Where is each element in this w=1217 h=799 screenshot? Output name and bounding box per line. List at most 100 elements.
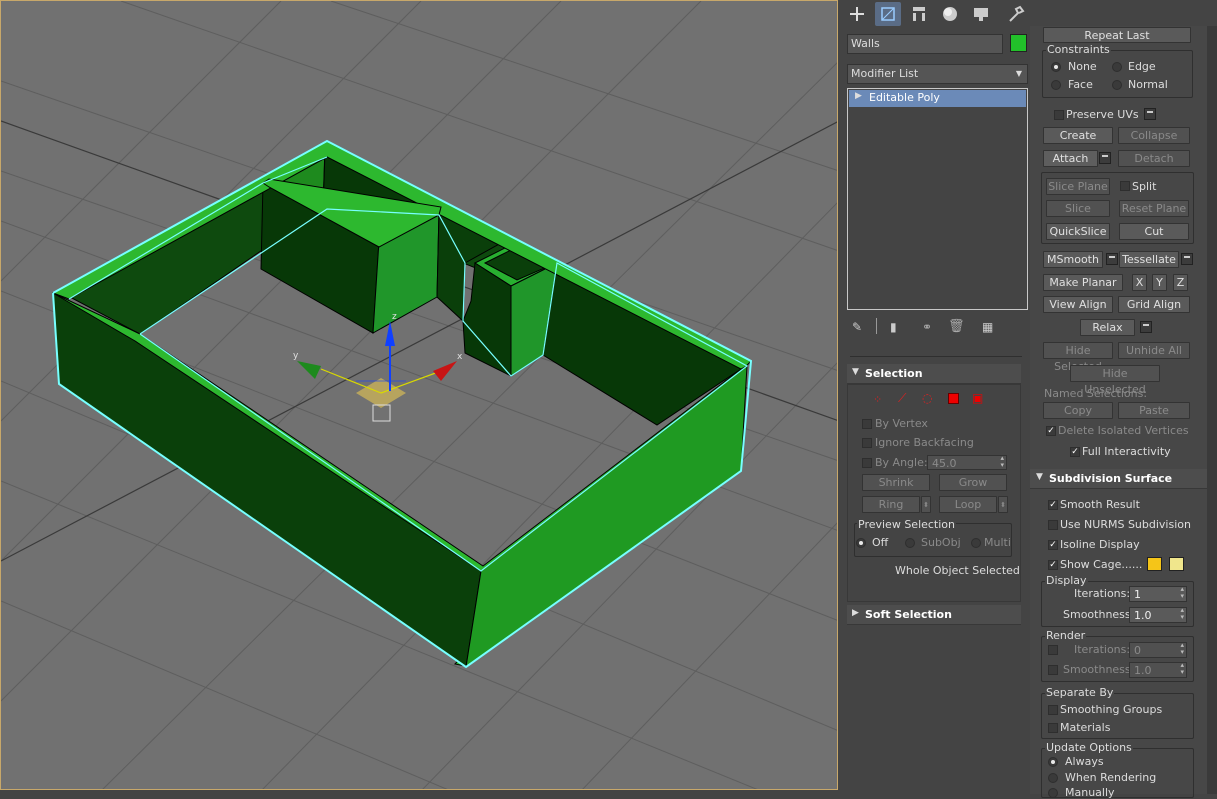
make-unique-icon[interactable]: ⚭ xyxy=(922,320,932,334)
copy-button[interactable]: Copy xyxy=(1043,402,1113,419)
polygon-mode-icon[interactable] xyxy=(948,393,959,404)
display-smoothness-spinner[interactable]: 1.0 xyxy=(1129,607,1187,623)
hierarchy-icon[interactable] xyxy=(906,2,932,26)
edge-mode-icon[interactable]: ⟋ xyxy=(898,391,906,406)
utilities-icon[interactable] xyxy=(1003,2,1029,26)
render-iterations-checkbox[interactable] xyxy=(1048,645,1058,655)
cage-color-swatch-2[interactable] xyxy=(1169,557,1184,571)
render-smoothness-checkbox[interactable] xyxy=(1048,665,1058,675)
delete-isolated-label: Delete Isolated Vertices xyxy=(1058,424,1189,437)
panel-scrollbar[interactable] xyxy=(1207,26,1217,794)
soft-selection-rollout-header[interactable]: ▶ Soft Selection xyxy=(847,605,1021,625)
attach-button[interactable]: Attach xyxy=(1043,150,1098,167)
ring-spinner[interactable]: ⬍ xyxy=(921,496,931,513)
create-icon[interactable] xyxy=(844,2,870,26)
preview-multi-radio[interactable] xyxy=(971,538,981,548)
render-iterations-spinner[interactable]: 0 xyxy=(1129,642,1187,658)
planar-x-button[interactable]: X xyxy=(1132,274,1147,291)
pin-stack-icon[interactable]: ✎ xyxy=(852,320,862,334)
configure-modifier-sets-icon[interactable]: ▦ xyxy=(982,320,993,334)
render-smoothness-spinner[interactable]: 1.0 xyxy=(1129,662,1187,678)
slice-button[interactable]: Slice xyxy=(1046,200,1110,217)
preserve-uvs-label: Preserve UVs xyxy=(1066,108,1139,121)
tessellate-settings-icon[interactable] xyxy=(1181,253,1193,265)
vertex-mode-icon[interactable]: ⁘ xyxy=(873,393,882,406)
perspective-viewport[interactable]: y x z xyxy=(0,0,838,790)
paste-button[interactable]: Paste xyxy=(1118,402,1190,419)
object-name-field[interactable]: Walls xyxy=(847,34,1003,54)
hide-unselected-button[interactable]: Hide Unselected xyxy=(1070,365,1160,396)
ignore-backfacing-checkbox[interactable] xyxy=(862,438,872,448)
relax-settings-icon[interactable] xyxy=(1140,321,1152,333)
cage-color-swatch-1[interactable] xyxy=(1147,557,1162,571)
by-angle-checkbox[interactable] xyxy=(862,458,872,468)
constraint-normal-radio[interactable] xyxy=(1112,80,1122,90)
materials-checkbox[interactable] xyxy=(1048,723,1058,733)
attach-settings-icon[interactable] xyxy=(1099,152,1111,164)
hide-selected-button[interactable]: Hide Selected xyxy=(1043,342,1113,373)
constraint-edge-radio[interactable] xyxy=(1112,62,1122,72)
by-vertex-checkbox[interactable] xyxy=(862,419,872,429)
preview-subobj-radio[interactable] xyxy=(905,538,915,548)
isoline-display-checkbox[interactable]: ✓ xyxy=(1048,540,1058,550)
modify-icon[interactable] xyxy=(875,2,901,26)
expand-triangle-icon[interactable]: ▶ xyxy=(855,91,862,101)
planar-z-button[interactable]: Z xyxy=(1173,274,1188,291)
msmooth-button[interactable]: MSmooth xyxy=(1043,251,1103,268)
reset-plane-button[interactable]: Reset Plane xyxy=(1119,200,1189,217)
show-cage-checkbox[interactable]: ✓ xyxy=(1048,560,1058,570)
subdivision-rollout-header[interactable]: ▼ Subdivision Surface xyxy=(1030,469,1208,489)
cut-button[interactable]: Cut xyxy=(1119,223,1189,240)
angle-spinner[interactable]: 45.0 xyxy=(927,455,1007,470)
repeat-last-button[interactable]: Repeat Last xyxy=(1043,27,1191,43)
grid-align-button[interactable]: Grid Align xyxy=(1118,296,1190,313)
motion-icon[interactable] xyxy=(937,2,963,26)
shrink-button[interactable]: Shrink xyxy=(862,474,930,491)
preserve-uvs-checkbox[interactable] xyxy=(1054,110,1064,120)
detach-button[interactable]: Detach xyxy=(1118,150,1190,167)
update-manually-radio[interactable] xyxy=(1048,788,1058,798)
loop-spinner[interactable]: ⬍ xyxy=(998,496,1008,513)
border-mode-icon[interactable]: ◌ xyxy=(922,391,932,405)
display-iterations-spinner[interactable]: 1 xyxy=(1129,586,1187,602)
collapse-button[interactable]: Collapse xyxy=(1118,127,1190,144)
preserve-uvs-settings-icon[interactable] xyxy=(1144,108,1156,120)
split-checkbox[interactable] xyxy=(1120,181,1130,191)
planar-y-button[interactable]: Y xyxy=(1152,274,1167,291)
view-align-button[interactable]: View Align xyxy=(1043,296,1113,313)
delete-isolated-checkbox[interactable]: ✓ xyxy=(1046,426,1056,436)
ring-button[interactable]: Ring xyxy=(862,496,920,513)
split-label: Split xyxy=(1132,180,1157,193)
modifier-list-dropdown[interactable]: Modifier List ▼ xyxy=(847,64,1028,84)
relax-button[interactable]: Relax xyxy=(1080,319,1135,336)
stack-item-editable-poly[interactable]: ▶ Editable Poly xyxy=(849,90,1026,107)
object-color-swatch[interactable] xyxy=(1010,34,1027,52)
use-nurms-checkbox[interactable] xyxy=(1048,520,1058,530)
smooth-result-checkbox[interactable]: ✓ xyxy=(1048,500,1058,510)
slice-plane-button[interactable]: Slice Plane xyxy=(1046,178,1110,195)
create-button[interactable]: Create xyxy=(1043,127,1113,144)
display-icon[interactable] xyxy=(968,2,994,26)
update-when-rendering-radio[interactable] xyxy=(1048,773,1058,783)
loop-button[interactable]: Loop xyxy=(939,496,997,513)
display-iterations-label: Iterations: xyxy=(1074,587,1131,600)
svg-text:y: y xyxy=(293,351,299,361)
msmooth-settings-icon[interactable] xyxy=(1106,253,1118,265)
make-planar-button[interactable]: Make Planar xyxy=(1043,274,1123,291)
constraint-face-radio[interactable] xyxy=(1051,80,1061,90)
update-when-rendering-label: When Rendering xyxy=(1065,771,1157,784)
quickslice-button[interactable]: QuickSlice xyxy=(1046,223,1110,240)
walls-object[interactable] xyxy=(51,139,753,669)
tessellate-button[interactable]: Tessellate xyxy=(1119,251,1179,268)
update-always-radio[interactable] xyxy=(1048,757,1058,767)
unhide-all-button[interactable]: Unhide All xyxy=(1118,342,1190,359)
constraint-none-radio[interactable] xyxy=(1051,62,1061,72)
grow-button[interactable]: Grow xyxy=(939,474,1007,491)
full-interactivity-checkbox[interactable]: ✓ xyxy=(1070,447,1080,457)
element-mode-icon[interactable]: ▣ xyxy=(972,391,983,405)
remove-modifier-icon[interactable]: 🗑 xyxy=(948,319,965,334)
smoothing-groups-checkbox[interactable] xyxy=(1048,705,1058,715)
show-end-result-icon[interactable]: ▮ xyxy=(890,320,897,334)
preview-off-radio[interactable] xyxy=(856,538,866,548)
selection-rollout-header[interactable]: ▼ Selection xyxy=(847,364,1021,384)
